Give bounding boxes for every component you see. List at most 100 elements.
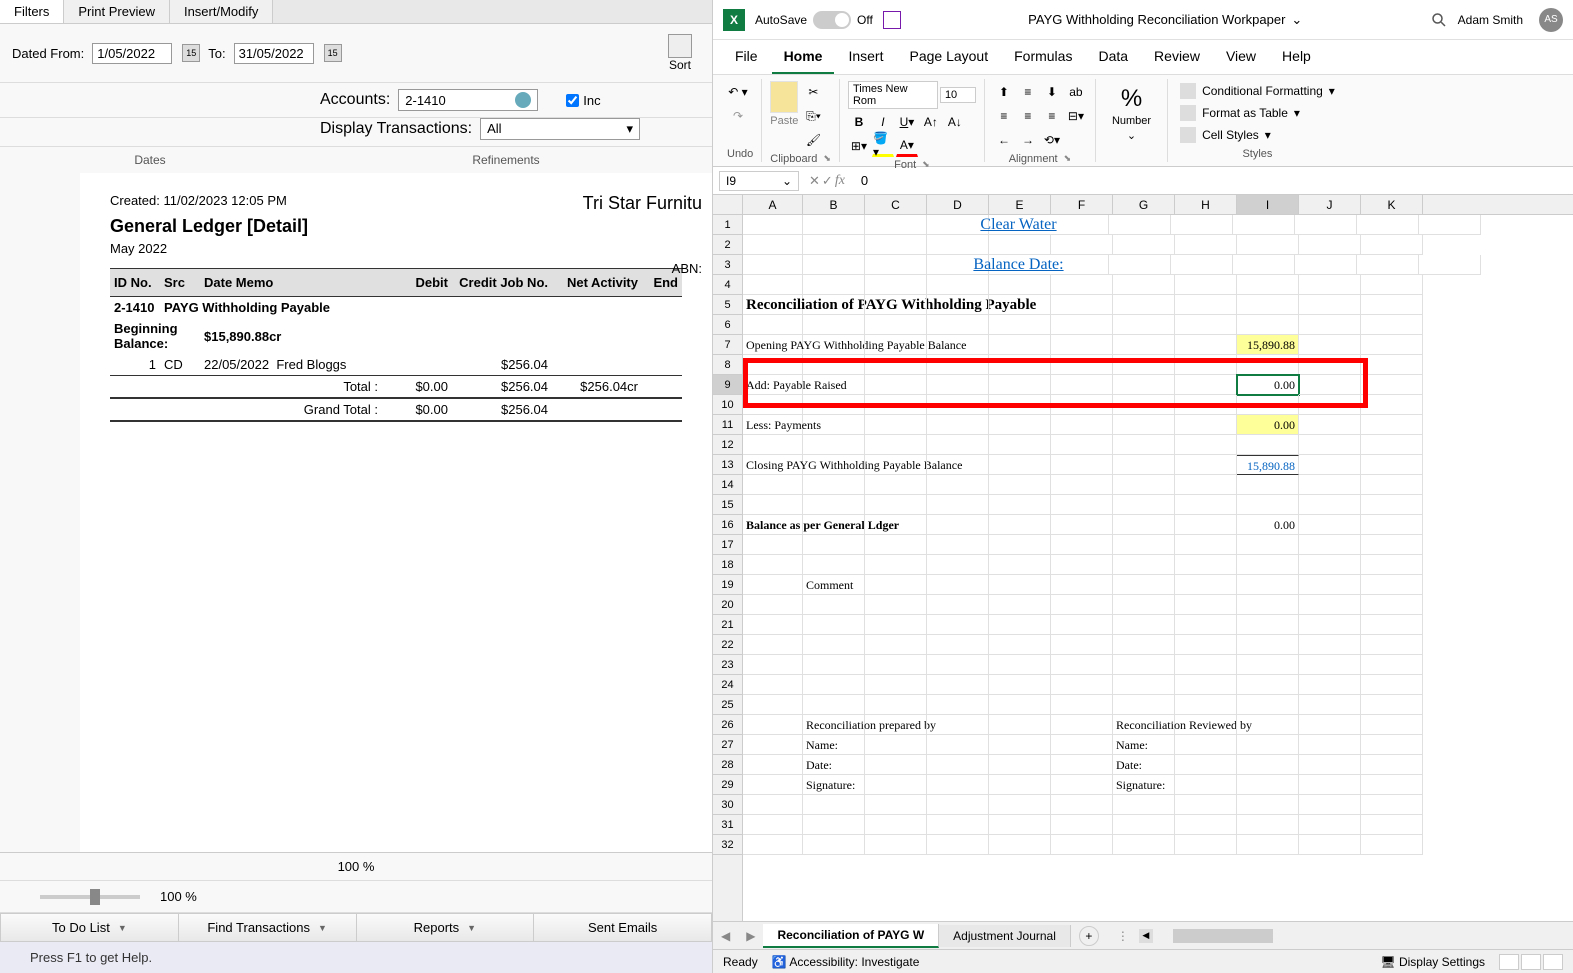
cell-H18[interactable] [1175,555,1237,575]
cell-E13[interactable] [989,455,1051,475]
cell-E1[interactable]: Clear Water [929,215,1109,235]
cell-K28[interactable] [1361,755,1423,775]
cell-I6[interactable] [1237,315,1299,335]
cell-C3[interactable] [865,255,927,275]
cell-C16[interactable] [865,515,927,535]
col-header-A[interactable]: A [743,195,803,214]
cell-B3[interactable] [803,255,865,275]
cell-C7[interactable] [865,335,927,355]
cell-F5[interactable] [1051,295,1113,315]
cell-G29[interactable]: Signature: [1113,775,1175,795]
cell-A1[interactable] [743,215,803,235]
cell-E15[interactable] [989,495,1051,515]
cell-H21[interactable] [1175,615,1237,635]
cell-A13[interactable]: Closing PAYG Withholding Payable Balance [743,455,803,475]
cell-C31[interactable] [865,815,927,835]
col-header-K[interactable]: K [1361,195,1423,214]
cell-I21[interactable] [1237,615,1299,635]
grid[interactable]: Clear WaterBalance Date:Reconciliation o… [743,215,1573,921]
col-id[interactable]: ID No. [110,269,160,297]
cell-H7[interactable] [1175,335,1237,355]
row-header-12[interactable]: 12 [713,435,742,455]
cell-K3[interactable] [1419,255,1481,275]
cell-G27[interactable]: Name: [1113,735,1175,755]
cell-F19[interactable] [1051,575,1113,595]
cell-C11[interactable] [865,415,927,435]
cell-H11[interactable] [1175,415,1237,435]
row-header-5[interactable]: 5 [713,295,742,315]
tab-view[interactable]: View [1214,40,1268,74]
cell-F23[interactable] [1051,655,1113,675]
cell-G22[interactable] [1113,635,1175,655]
cell-styles-button[interactable]: Cell Styles ▾ [1176,125,1275,145]
cell-E5[interactable] [989,295,1051,315]
col-debit[interactable]: Debit [382,269,452,297]
cell-G11[interactable] [1113,415,1175,435]
cell-B19[interactable]: Comment [803,575,865,595]
col-memo[interactable]: Date Memo [200,269,382,297]
cell-E10[interactable] [989,395,1051,415]
col-header-D[interactable]: D [927,195,989,214]
tab-formulas[interactable]: Formulas [1002,40,1084,74]
cell-G7[interactable] [1113,335,1175,355]
cell-C32[interactable] [865,835,927,855]
cell-D2[interactable] [927,235,989,255]
align-bottom-button[interactable]: ⬇ [1041,81,1063,103]
cell-B6[interactable] [803,315,865,335]
dialog-launcher-icon[interactable]: ⬊ [1064,153,1072,165]
cell-B28[interactable]: Date: [803,755,865,775]
cell-E14[interactable] [989,475,1051,495]
cell-A5[interactable]: Reconciliation of PAYG Withholding Payab… [743,295,803,315]
orientation-button[interactable]: ⟲▾ [1041,129,1063,151]
cell-E22[interactable] [989,635,1051,655]
cell-H1[interactable] [1233,215,1295,235]
cell-A22[interactable] [743,635,803,655]
row-header-13[interactable]: 13 [713,455,742,475]
row-header-10[interactable]: 10 [713,395,742,415]
cell-J14[interactable] [1299,475,1361,495]
cell-H25[interactable] [1175,695,1237,715]
merge-button[interactable]: ⊟▾ [1065,105,1087,127]
cell-A9[interactable]: Add: Payable Raised [743,375,803,395]
cell-A32[interactable] [743,835,803,855]
name-box[interactable]: I9⌄ [719,171,799,191]
tab-filters[interactable]: Filters [0,0,64,23]
document-title[interactable]: PAYG Withholding Reconciliation Workpape… [911,12,1420,28]
cell-G12[interactable] [1113,435,1175,455]
decrease-font-button[interactable]: A↓ [944,111,966,133]
cell-K10[interactable] [1361,395,1423,415]
cell-J30[interactable] [1299,795,1361,815]
cell-A18[interactable] [743,555,803,575]
inc-check[interactable] [566,94,579,107]
cell-E31[interactable] [989,815,1051,835]
scroll-thumb[interactable] [1173,929,1273,943]
cell-G14[interactable] [1113,475,1175,495]
cell-J31[interactable] [1299,815,1361,835]
cell-H12[interactable] [1175,435,1237,455]
col-header-C[interactable]: C [865,195,927,214]
cell-I30[interactable] [1237,795,1299,815]
cell-B8[interactable] [803,355,865,375]
cell-K13[interactable] [1361,455,1423,475]
cell-H6[interactable] [1175,315,1237,335]
cell-D14[interactable] [927,475,989,495]
reports-button[interactable]: Reports▼ [356,913,534,942]
cell-J2[interactable] [1299,235,1361,255]
cell-I23[interactable] [1237,655,1299,675]
cell-F25[interactable] [1051,695,1113,715]
cell-B5[interactable] [803,295,865,315]
cell-D23[interactable] [927,655,989,675]
col-net[interactable]: Net Activity [552,269,642,297]
wrap-text-button[interactable]: ab [1065,81,1087,103]
calendar-icon[interactable]: 15 [182,44,200,62]
cell-J29[interactable] [1299,775,1361,795]
cell-H5[interactable] [1175,295,1237,315]
cell-J15[interactable] [1299,495,1361,515]
row-header-16[interactable]: 16 [713,515,742,535]
cell-A27[interactable] [743,735,803,755]
cell-G28[interactable]: Date: [1113,755,1175,775]
cell-K17[interactable] [1361,535,1423,555]
cell-A15[interactable] [743,495,803,515]
cell-H10[interactable] [1175,395,1237,415]
number-format-button[interactable]: % Number ⌄ [1104,81,1159,146]
